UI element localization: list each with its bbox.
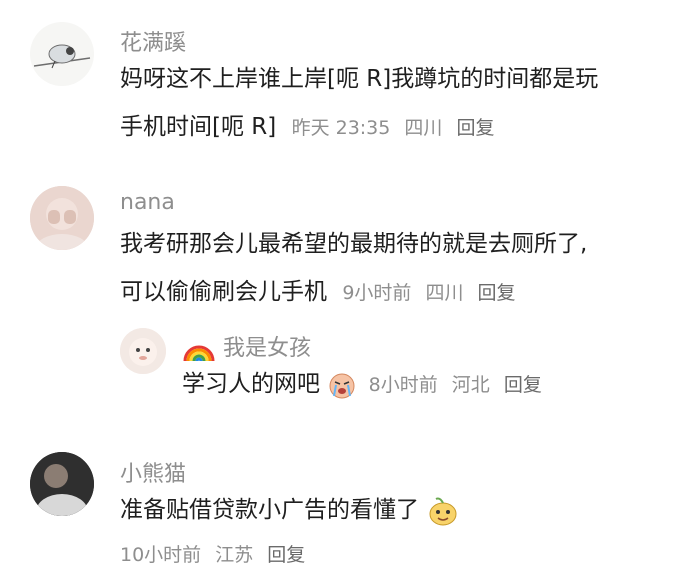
comment-text: 我考研那会儿最希望的最期待的就是去厕所了, 可以偷偷刷会儿手机 9小时前 四川 … — [120, 220, 587, 317]
comment-1: 花满蹊 妈呀这不上岸谁上岸[呃 R]我蹲坑的时间都是玩 手机时间[呃 R] 昨天… — [0, 0, 690, 170]
sub-reply-text-content: 学习人的网吧 — [182, 371, 320, 397]
username[interactable]: 花满蹊 — [120, 25, 186, 57]
comment-text-line: 可以偷偷刷会儿手机 9小时前 四川 回复 — [120, 268, 587, 317]
peach-emoji-icon — [429, 497, 457, 525]
timestamp: 昨天 23:35 — [291, 117, 391, 139]
reply-button[interactable]: 回复 — [478, 282, 516, 304]
comment-text-content: 准备贴借贷款小广告的看懂了 — [120, 497, 419, 523]
comment-text-tail: 手机时间[呃 R] — [120, 114, 277, 140]
comment-text-line: 手机时间[呃 R] 昨天 23:35 四川 回复 — [120, 103, 598, 152]
comment-2: nana 我考研那会儿最希望的最期待的就是去厕所了, 可以偷偷刷会儿手机 9小时… — [0, 170, 690, 430]
avatar[interactable] — [30, 452, 94, 516]
timestamp: 9小时前 — [342, 282, 412, 304]
comment-text-line: 我考研那会儿最希望的最期待的就是去厕所了, — [120, 231, 588, 257]
location: 四川 — [404, 117, 443, 139]
location: 河北 — [451, 374, 490, 396]
avatar[interactable] — [30, 186, 94, 250]
rainbow-icon — [183, 345, 215, 362]
sub-reply-text: 学习人的网吧 8小时前 河北 回复 — [182, 360, 550, 409]
person-photo-icon — [30, 452, 94, 516]
reply-button[interactable]: 回复 — [504, 374, 542, 396]
sub-reply-meta: 8小时前 河北 回复 — [369, 374, 550, 396]
timestamp: 10小时前 — [120, 544, 202, 566]
location: 四川 — [425, 282, 464, 304]
reply-button[interactable]: 回复 — [267, 544, 305, 566]
comment-meta: 昨天 23:35 四川 回复 — [292, 117, 503, 139]
avatar[interactable] — [120, 328, 166, 374]
username[interactable]: nana — [120, 190, 175, 215]
location: 江苏 — [215, 544, 254, 566]
baby-face-icon — [120, 328, 166, 374]
comment-text-line: 妈呀这不上岸谁上岸[呃 R]我蹲坑的时间都是玩 — [120, 66, 599, 92]
person-photo-icon — [30, 186, 94, 250]
comment-meta: 10小时前 江苏 回复 — [120, 540, 313, 567]
reply-button[interactable]: 回复 — [456, 117, 494, 139]
sub-reply-username[interactable]: 我是女孩 — [182, 330, 311, 362]
comment-3: 小熊猫 准备贴借贷款小广告的看懂了 10小时前 江苏 回复 — [0, 430, 690, 586]
comment-text: 妈呀这不上岸谁上岸[呃 R]我蹲坑的时间都是玩 手机时间[呃 R] 昨天 23:… — [120, 55, 598, 152]
comment-text-tail: 可以偷偷刷会儿手机 — [120, 279, 327, 305]
sub-reply: 我是女孩 学习人的网吧 8小时前 河北 回复 — [0, 320, 690, 410]
sub-reply-username-text[interactable]: 我是女孩 — [223, 336, 311, 361]
bird-branch-icon — [33, 44, 91, 69]
avatar[interactable] — [30, 22, 94, 86]
comment-meta: 9小时前 四川 回复 — [342, 282, 523, 304]
comment-text: 准备贴借贷款小广告的看懂了 — [120, 486, 460, 534]
crying-emoji-icon — [329, 373, 355, 398]
username[interactable]: 小熊猫 — [120, 456, 186, 488]
timestamp: 8小时前 — [368, 374, 438, 396]
